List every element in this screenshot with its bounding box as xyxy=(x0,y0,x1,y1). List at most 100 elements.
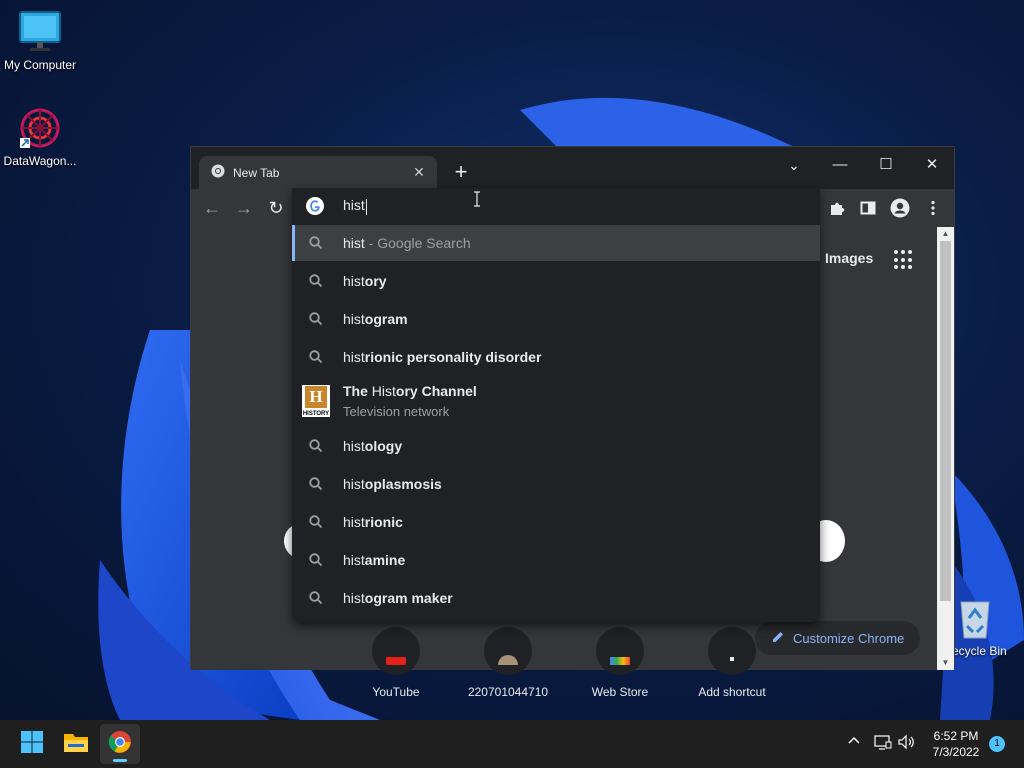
omnibox-input-text[interactable]: hist xyxy=(343,197,367,215)
search-icon xyxy=(308,552,324,568)
pencil-icon xyxy=(771,630,785,647)
suggestion-subtitle: Television network xyxy=(343,404,450,419)
scrollbar-thumb[interactable] xyxy=(940,241,951,601)
suggestion-history-channel[interactable]: H HISTORY The History Channel Television… xyxy=(292,376,820,426)
suggestion-completion: oplasmosis xyxy=(364,476,442,492)
youtube-icon xyxy=(372,627,420,675)
clock-time: 6:52 PM xyxy=(933,729,979,743)
suggestion-prefix-bold: The xyxy=(343,383,372,399)
extensions-puzzle-icon[interactable] xyxy=(824,195,850,221)
suggestion-history[interactable]: history xyxy=(292,262,820,300)
history-channel-logo: H HISTORY xyxy=(302,385,330,417)
desktop-icon-label: My Computer xyxy=(3,58,77,72)
tab-close-icon[interactable]: ✕ xyxy=(411,164,427,181)
start-button[interactable] xyxy=(12,724,52,764)
suggestion-typed-part: hist xyxy=(343,514,365,530)
web-store-icon xyxy=(596,627,644,675)
datawagon-icon xyxy=(18,106,62,150)
shortcut-label: Web Store xyxy=(591,685,649,699)
volume-icon[interactable] xyxy=(898,734,916,755)
reload-icon[interactable]: ↻ xyxy=(262,194,290,222)
notification-badge[interactable]: 1 xyxy=(989,736,1005,752)
tab-new-tab[interactable]: New Tab ✕ xyxy=(199,156,437,189)
suggestion-label: histogram xyxy=(343,311,408,327)
profile-avatar-icon[interactable] xyxy=(887,195,913,221)
side-panel-icon[interactable] xyxy=(855,195,881,221)
clock-date: 7/3/2022 xyxy=(932,745,980,759)
chrome-taskbar-button[interactable] xyxy=(100,724,140,764)
suggestion-typed-part: hist xyxy=(343,349,365,365)
google-g-icon xyxy=(306,197,324,215)
search-icon xyxy=(308,235,324,251)
suggestion-completion: rionic personality disorder xyxy=(364,349,542,365)
forward-arrow-icon[interactable]: → xyxy=(230,194,258,222)
datawagon-shortcut[interactable]: DataWagon... xyxy=(0,106,80,168)
shortcut-220701044710[interactable]: 220701044710 xyxy=(453,627,563,699)
system-clock[interactable]: 6:52 PM 7/3/2022 xyxy=(924,728,988,760)
suggestion-histamine[interactable]: histamine xyxy=(292,541,820,579)
suggestion-typed-part: Hist xyxy=(371,383,396,399)
search-icon xyxy=(308,349,324,365)
chrome-icon xyxy=(108,730,132,759)
suggestion-completion: amine xyxy=(364,552,406,568)
suggestion-completion: ory Channel xyxy=(395,383,477,399)
suggestion-typed-part: hist xyxy=(343,476,365,492)
suggestion-label: histogram maker xyxy=(343,590,453,606)
suggestion-histrionic[interactable]: histrionic xyxy=(292,503,820,541)
suggestion-label: histrionic personality disorder xyxy=(343,349,541,365)
suggestion-histology[interactable]: histology xyxy=(292,427,820,465)
title-bar: New Tab ✕ + ⌄ — ☐ ✕ xyxy=(191,147,954,189)
active-app-indicator xyxy=(113,759,127,762)
show-hidden-icons-chevron-icon[interactable] xyxy=(847,734,861,753)
shortcut-youtube[interactable]: YouTube xyxy=(341,627,451,699)
address-bar[interactable]: hist xyxy=(292,188,820,224)
images-link[interactable]: Images xyxy=(825,250,873,266)
omnibox-dropdown: hist hist - Google Search history histog… xyxy=(292,188,820,622)
suggestion-histrionic-personality-disorder[interactable]: histrionic personality disorder xyxy=(292,338,820,376)
suggestion-histoplasmosis[interactable]: histoplasmosis xyxy=(292,465,820,503)
text-caret xyxy=(365,198,367,215)
site-favicon-icon xyxy=(484,627,532,675)
kebab-menu-icon[interactable] xyxy=(920,195,946,221)
maximize-button[interactable]: ☐ xyxy=(863,151,909,179)
suggestion-label: The History Channel xyxy=(343,383,477,399)
search-icon xyxy=(308,590,324,606)
suggestion-typed-part: hist xyxy=(343,273,365,289)
scroll-down-icon[interactable]: ▼ xyxy=(937,656,954,670)
history-logo-letter: H xyxy=(305,386,327,408)
scroll-up-icon[interactable]: ▲ xyxy=(937,227,954,241)
suggestion-histogram[interactable]: histogram xyxy=(292,300,820,338)
windows-logo-icon xyxy=(20,730,44,759)
new-tab-button[interactable]: + xyxy=(449,161,473,185)
shortcut-label: 220701044710 xyxy=(467,685,549,699)
search-icon xyxy=(308,438,324,454)
back-arrow-icon[interactable]: ← xyxy=(198,194,226,222)
close-window-button[interactable]: ✕ xyxy=(909,151,955,179)
suggestion-histogram-maker[interactable]: histogram maker xyxy=(292,579,820,617)
my-computer-shortcut[interactable]: My Computer xyxy=(0,10,80,72)
suggestion-completion: ology xyxy=(364,438,403,454)
shortcut-label: Add shortcut xyxy=(698,685,766,699)
google-apps-grid-icon[interactable] xyxy=(894,250,914,270)
taskbar: 6:52 PM 7/3/2022 xyxy=(0,720,1024,768)
customize-chrome-button[interactable]: Customize Chrome xyxy=(755,621,921,655)
page-scrollbar[interactable]: ▲ ▼ xyxy=(937,227,954,670)
suggestion-typed-part: hist xyxy=(343,590,365,606)
suggestion-completion: ogram xyxy=(364,311,408,327)
minimize-button[interactable]: — xyxy=(817,151,863,179)
suggestion-typed-part: hist xyxy=(343,311,365,327)
suggestion-description: - Google Search xyxy=(364,235,471,251)
network-icon[interactable] xyxy=(874,734,892,755)
tab-search-chevron-icon[interactable]: ⌄ xyxy=(771,151,817,179)
file-explorer-button[interactable] xyxy=(56,724,96,764)
suggestion-typed-part: hist xyxy=(343,438,365,454)
omnibox-value: hist xyxy=(343,197,365,214)
text-cursor-icon xyxy=(473,191,481,207)
suggestion-completion: ory xyxy=(364,273,387,289)
suggestion-google-search[interactable]: hist - Google Search xyxy=(292,225,820,261)
shortcut-web-store[interactable]: Web Store xyxy=(565,627,675,699)
search-icon xyxy=(308,476,324,492)
suggestion-label: history xyxy=(343,273,387,289)
history-logo-word: HISTORY xyxy=(302,411,330,417)
chrome-tab-icon xyxy=(211,164,225,181)
